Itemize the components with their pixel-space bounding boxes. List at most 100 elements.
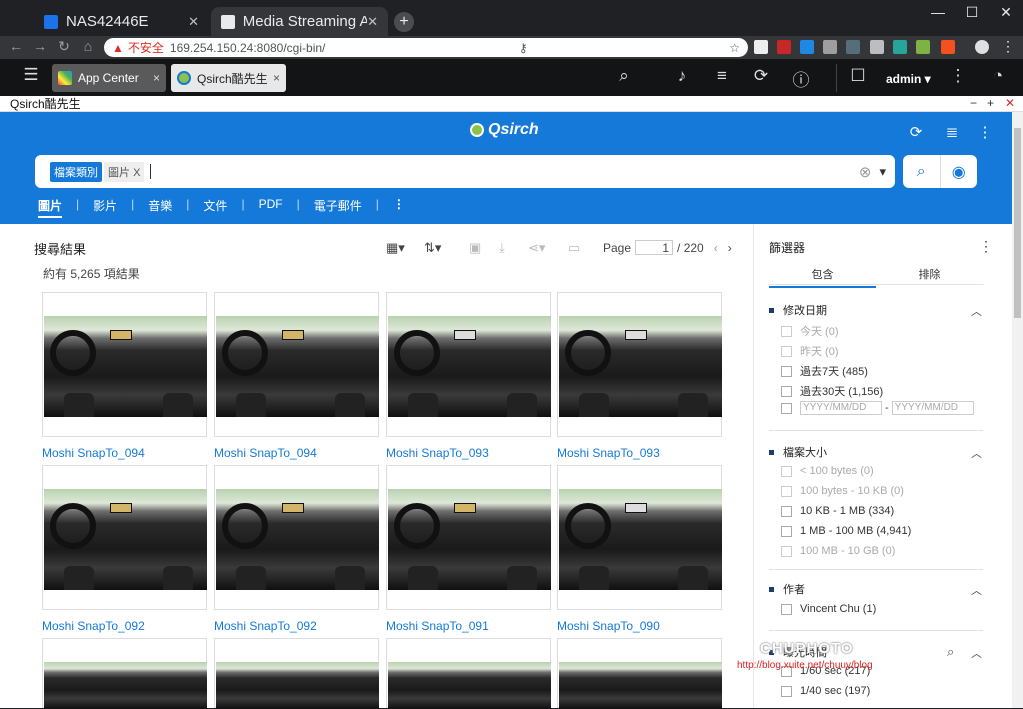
tab-documents[interactable]: 文件 [203,197,227,218]
browser-tab-nas[interactable]: NAS42446E ✕ [34,7,209,36]
checkbox[interactable] [781,505,792,517]
collapse-chevron-icon[interactable]: ︿ [971,445,982,461]
result-thumbnail[interactable] [557,292,722,437]
adblock-icon[interactable] [777,40,791,54]
search-options-dropdown-icon[interactable]: ▾ [879,164,886,180]
hamburger-menu-icon[interactable]: ☰ [19,65,43,85]
extension-icon[interactable] [754,40,768,54]
collapse-chevron-icon[interactable]: ︿ [971,303,982,319]
filter-option[interactable]: 100 bytes - 10 KB (0) [781,485,904,497]
result-thumbnail[interactable] [42,638,207,709]
checkbox[interactable] [781,402,792,414]
sort-icon[interactable]: ⇅▾ [424,240,441,256]
result-caption[interactable]: Moshi SnapTo_090 [557,619,660,633]
result-thumbnail[interactable] [557,465,722,610]
info-icon[interactable]: ⓘ [789,66,813,91]
chip-remove-icon[interactable]: X [133,167,140,179]
volume-icon[interactable]: ♪ [670,66,694,86]
checkbox[interactable] [781,365,792,377]
reload-icon[interactable]: ↻ [56,38,72,55]
background-tasks-icon[interactable]: ≣ [942,123,962,141]
result-thumbnail[interactable] [214,465,379,610]
close-icon[interactable]: × [153,71,160,85]
checkbox[interactable] [781,465,792,477]
extension-icon[interactable] [846,40,860,54]
filter-option[interactable]: Vincent Chu (1) [781,603,876,615]
checkbox[interactable] [781,685,792,697]
filter-section-file-size[interactable]: 檔案大小 [769,444,827,460]
dashboard-gauge-icon[interactable]: ◔ [986,66,1010,86]
bookmark-star-icon[interactable]: ☆ [729,41,740,55]
filter-chip-value[interactable]: 圖片 X [104,161,145,182]
tab-email[interactable]: 電子郵件 [314,197,362,218]
maximize-window-icon[interactable]: + [987,96,994,110]
result-caption[interactable]: Moshi SnapTo_093 [386,446,489,460]
select-multiple-icon[interactable]: ▣ [469,240,481,256]
result-caption[interactable]: Moshi SnapTo_092 [42,619,145,633]
nas-tab-qsirch[interactable]: Qsirch酷先生 × [171,64,286,92]
page-input[interactable]: 1 [635,240,674,255]
result-thumbnail[interactable] [42,292,207,437]
result-thumbnail[interactable] [386,292,551,437]
checkbox[interactable] [781,545,792,557]
minimize-window-icon[interactable]: − [970,96,977,110]
close-icon[interactable]: × [273,71,280,85]
scrollbar-thumb[interactable] [1014,128,1021,318]
key-icon[interactable]: ⚷ [519,41,528,55]
result-caption[interactable]: Moshi SnapTo_094 [42,446,145,460]
collapse-chevron-icon[interactable]: ︿ [971,645,982,661]
open-folder-icon[interactable]: ▭ [568,240,580,256]
filter-option[interactable]: 1/40 sec (197) [781,685,870,697]
extension-icon[interactable] [870,40,884,54]
close-tab-icon[interactable]: ✕ [188,14,199,30]
maximize-button[interactable]: ☐ [957,4,987,21]
nas-tab-app-center[interactable]: App Center × [52,64,166,92]
user-menu[interactable]: admin ▾ [886,72,931,86]
filter-option[interactable]: 今天 (0) [781,323,839,339]
filter-option[interactable]: 1 MB - 100 MB (4,941) [781,525,911,537]
more-categories-icon[interactable]: ⋮ [393,197,405,218]
more-options-icon[interactable]: ⋮ [946,66,970,86]
location-pin-icon[interactable]: ◉ [941,155,978,188]
result-thumbnail[interactable] [42,465,207,610]
checkbox[interactable] [781,345,792,357]
extension-icon[interactable] [823,40,837,54]
grid-view-icon[interactable]: ▦▾ [386,240,405,256]
tasks-icon[interactable]: ≡ [710,66,734,86]
date-to-input[interactable]: YYYY/MM/DD [891,401,974,415]
tab-images[interactable]: 圖片 [38,197,63,218]
date-from-input[interactable]: YYYY/MM/DD [800,401,882,415]
new-tab-button[interactable]: + [394,12,414,32]
filter-section-author[interactable]: 作者 [769,581,805,597]
extension-icon[interactable] [800,40,814,54]
collapse-chevron-icon[interactable]: ︿ [971,582,982,598]
profile-avatar-icon[interactable] [975,40,989,54]
checkbox[interactable] [781,325,792,337]
result-thumbnail[interactable] [557,638,722,709]
result-caption[interactable]: Moshi SnapTo_093 [557,446,660,460]
search-icon[interactable]: ⌕ [947,644,954,660]
filter-option[interactable]: < 100 bytes (0) [781,465,874,477]
result-thumbnail[interactable] [214,292,379,437]
share-icon[interactable]: ⋖▾ [528,240,545,256]
extension-icon[interactable] [941,40,955,54]
sync-icon[interactable]: ⟳ [749,66,773,86]
result-thumbnail[interactable] [214,638,379,709]
result-thumbnail[interactable] [386,638,551,709]
tab-videos[interactable]: 影片 [93,197,117,218]
filter-option[interactable]: 10 KB - 1 MB (334) [781,505,894,517]
close-tab-icon[interactable]: ✕ [367,14,378,30]
result-caption[interactable]: Moshi SnapTo_092 [214,619,317,633]
advanced-search-icon[interactable]: ⌕ [903,155,941,188]
home-icon[interactable]: ⌂ [80,38,96,54]
result-thumbnail[interactable] [386,465,551,610]
checkbox[interactable] [781,385,792,397]
browser-menu-icon[interactable]: ⋮ [1000,38,1016,55]
filter-option[interactable]: 100 MB - 10 GB (0) [781,545,895,557]
refresh-icon[interactable]: ⟳ [906,123,926,141]
filter-option[interactable]: 過去30天 (1,156) [781,383,883,399]
forward-icon[interactable]: → [32,38,48,54]
extension-icon[interactable] [893,40,907,54]
address-bar[interactable]: ▲ 不安全 169.254.150.24:8080/cgi-bin/ ⚷ ☆ [104,38,748,57]
prev-page-icon[interactable]: ‹ [714,241,718,255]
